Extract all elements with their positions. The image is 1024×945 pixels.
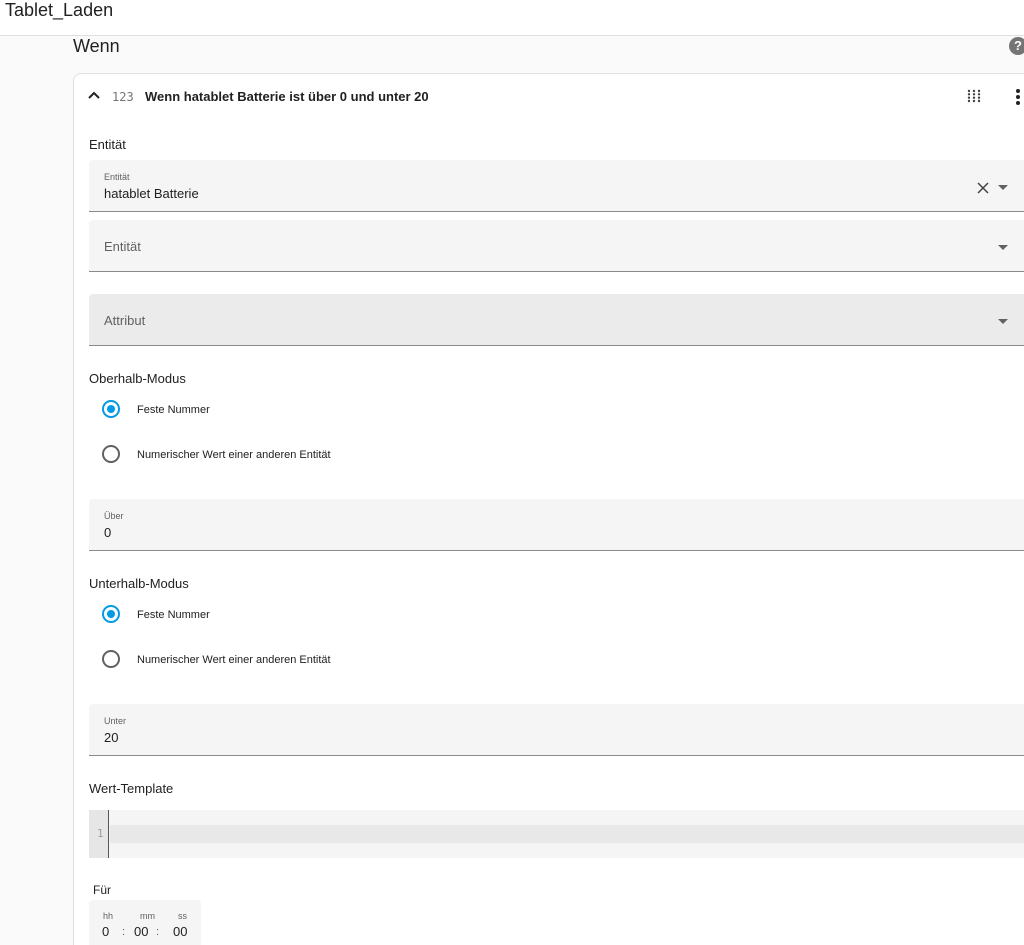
more-vert-icon[interactable] [1014,88,1022,106]
above-entity-value-label: Numerischer Wert einer anderen Entität [137,449,331,461]
above-fixed-number-label: Feste Nummer [137,404,210,416]
minutes-input[interactable]: 00 [134,924,148,939]
time-separator: : [122,926,126,938]
below-fixed-number-label: Feste Nummer [137,609,210,621]
seconds-input[interactable]: 00 [173,924,187,939]
line-number: 1 [97,827,104,840]
entity-add-picker[interactable]: Entität [89,220,1024,272]
value-template-label: Wert-Template [89,781,174,796]
drag-handle-icon[interactable] [967,89,981,103]
below-mode-label: Unterhalb-Modus [89,576,189,591]
duration-input[interactable]: hh mm ss 0 : 00 : 00 [89,900,201,945]
dropdown-arrow-icon[interactable] [998,319,1008,324]
section-title: Wenn [73,36,120,56]
entity-picker[interactable]: Entität hatablet Batterie [89,160,1024,212]
hours-input[interactable]: 0 [102,924,109,939]
chevron-up-icon[interactable] [87,88,101,102]
minutes-label: mm [140,911,155,921]
numeric-state-icon: 123 [112,90,134,104]
top-bar: Tablet_Laden [0,0,1024,36]
above-input[interactable]: Über 0 [89,499,1024,551]
entity-add-placeholder: Entität [104,239,141,254]
line-gutter: 1 [89,810,109,858]
above-entity-value-radio[interactable] [102,445,120,463]
active-line[interactable] [110,825,1024,843]
app-title: Tablet_Laden [5,0,114,20]
below-fixed-number-radio[interactable] [102,605,120,623]
help-icon[interactable]: ? [1009,37,1024,55]
attribute-placeholder: Attribut [104,313,146,328]
above-field-label: Über [104,511,124,521]
time-separator: : [156,926,160,938]
duration-label: Für [93,883,111,897]
hours-label: hh [103,911,114,921]
above-field-value: 0 [104,525,112,540]
above-fixed-number-radio[interactable] [102,400,120,418]
seconds-label: ss [178,911,187,921]
attribute-select[interactable]: Attribut [89,294,1024,346]
below-input[interactable]: Unter 20 [89,704,1024,756]
entity-field-value: hatablet Batterie [104,186,199,201]
below-entity-value-label: Numerischer Wert einer anderen Entität [137,654,331,666]
below-entity-value-radio[interactable] [102,650,120,668]
below-field-value: 20 [104,730,119,745]
entity-section-label: Entität [89,137,126,152]
dropdown-arrow-icon[interactable] [998,245,1008,250]
condition-card: 123 Wenn hatablet Batterie ist über 0 un… [73,73,1024,945]
condition-title[interactable]: Wenn hatablet Batterie ist über 0 und un… [145,89,429,104]
above-mode-label: Oberhalb-Modus [89,371,186,386]
value-template-editor[interactable]: 1 [89,810,1024,858]
dropdown-arrow-icon[interactable] [998,185,1008,190]
entity-field-label: Entität [104,172,130,182]
clear-icon[interactable] [977,182,989,194]
below-field-label: Unter [104,716,127,726]
